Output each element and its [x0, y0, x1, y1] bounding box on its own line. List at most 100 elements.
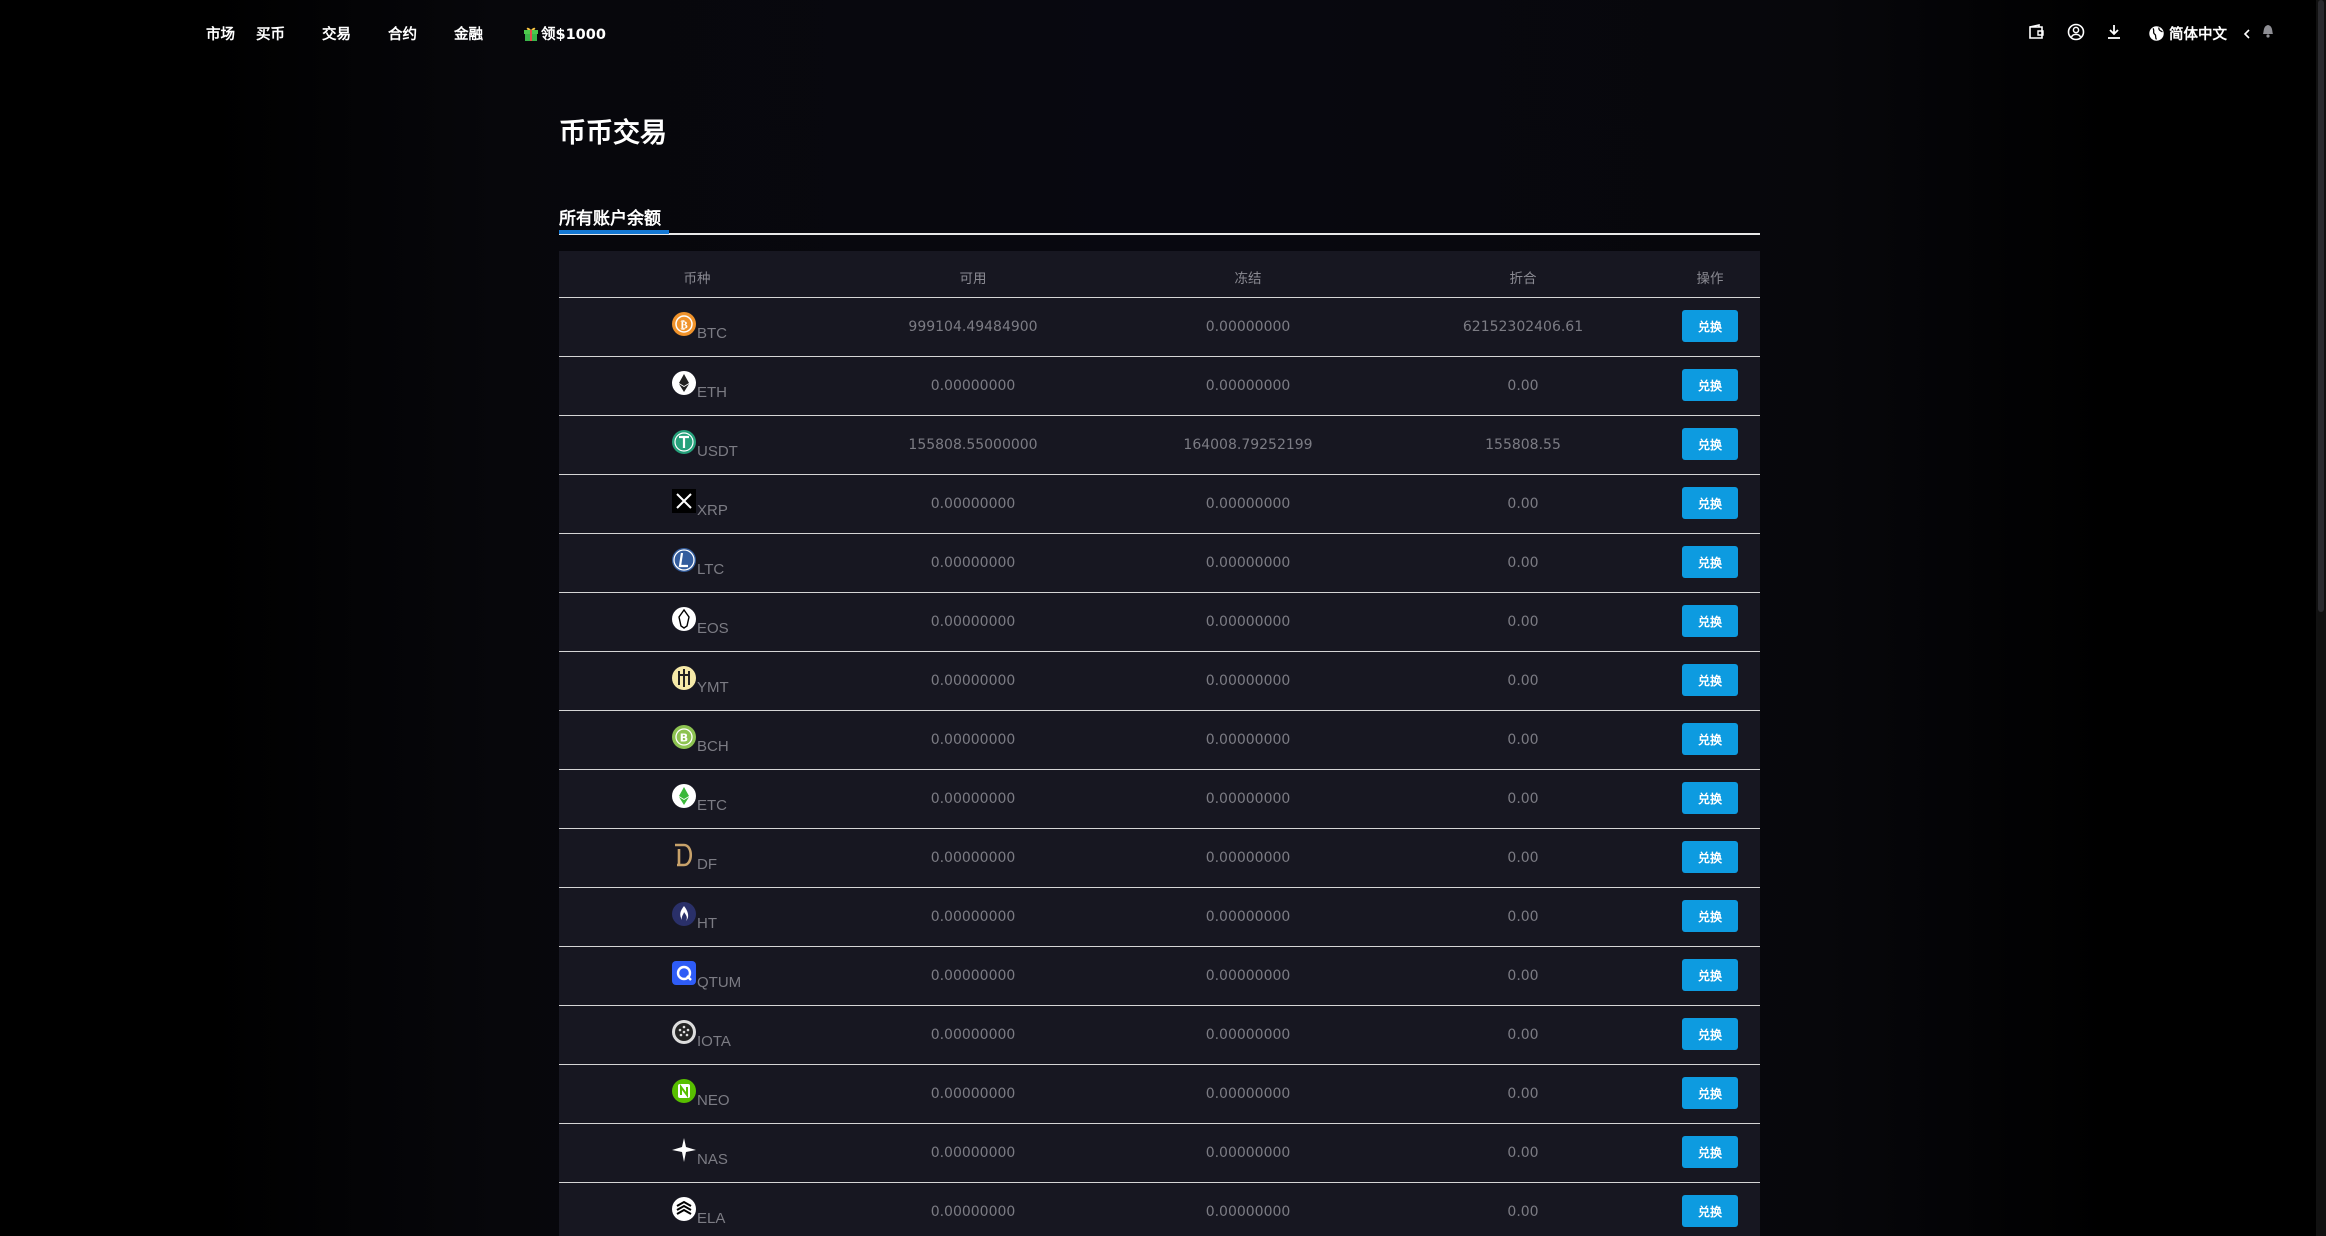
frozen-value: 0.00000000	[1205, 496, 1291, 512]
bch-icon: B	[672, 725, 696, 749]
ht-icon	[672, 902, 696, 926]
available-value: 0.00000000	[930, 968, 1016, 984]
converted-value: 0.00	[1507, 614, 1539, 630]
coin-name: ETC	[697, 797, 727, 814]
coin-name: BCH	[697, 738, 729, 755]
coin-name: USDT	[697, 443, 738, 460]
exchange-button[interactable]: 兑换	[1682, 723, 1738, 755]
coin-cell: USDT	[671, 429, 738, 460]
top-navigation: 市场 买币 交易 合约 金融 领$1000 简体中文	[0, 0, 2326, 64]
frozen-value: 0.00000000	[1205, 319, 1291, 335]
user-icon[interactable]	[2066, 22, 2086, 42]
nav-market[interactable]: 市场	[206, 23, 235, 44]
exchange-button[interactable]: 兑换	[1682, 1136, 1738, 1168]
table-body: ₿ BTC 999104.49484900 0.00000000 6215230…	[559, 298, 1760, 1236]
svg-text:B: B	[680, 732, 688, 745]
converted-value: 0.00	[1507, 1027, 1539, 1043]
header-action: 操作	[1696, 271, 1724, 287]
exchange-button[interactable]: 兑换	[1682, 1077, 1738, 1109]
exchange-button[interactable]: 兑换	[1682, 664, 1738, 696]
available-value: 0.00000000	[930, 850, 1016, 866]
scrollbar-thumb[interactable]	[2318, 0, 2324, 612]
table-row: EOS 0.00000000 0.00000000 0.00 兑换	[559, 593, 1760, 652]
coin-name: XRP	[697, 502, 728, 519]
balances-table: 币种 可用 冻结 折合 操作 ₿ BTC 999104.49484900 0.0…	[559, 251, 1760, 1236]
exchange-button[interactable]: 兑换	[1682, 310, 1738, 342]
available-value: 999104.49484900	[908, 319, 1038, 335]
coin-cell: NEO	[671, 1078, 730, 1109]
exchange-button[interactable]: 兑换	[1682, 782, 1738, 814]
table-row: ETH 0.00000000 0.00000000 0.00 兑换	[559, 357, 1760, 416]
table-row: DF 0.00000000 0.00000000 0.00 兑换	[559, 829, 1760, 888]
converted-value: 0.00	[1507, 850, 1539, 866]
coin-cell: EOS	[671, 606, 729, 637]
available-value: 0.00000000	[930, 1145, 1016, 1161]
coin-cell: IOTA	[671, 1019, 731, 1050]
coin-name: HT	[697, 915, 717, 932]
exchange-button[interactable]: 兑换	[1682, 900, 1738, 932]
converted-value: 0.00	[1507, 1204, 1539, 1220]
exchange-button[interactable]: 兑换	[1682, 546, 1738, 578]
coin-cell: ELA	[671, 1196, 725, 1227]
converted-value: 0.00	[1507, 791, 1539, 807]
table-row: ₿ BTC 999104.49484900 0.00000000 6215230…	[559, 298, 1760, 357]
nav-trade[interactable]: 交易	[322, 23, 351, 44]
converted-value: 62152302406.61	[1462, 319, 1584, 335]
coin-name: NEO	[697, 1092, 730, 1109]
table-row: LTC 0.00000000 0.00000000 0.00 兑换	[559, 534, 1760, 593]
language-label: 简体中文	[2169, 27, 2227, 43]
nav-finance[interactable]: 金融	[454, 23, 483, 44]
exchange-button[interactable]: 兑换	[1682, 605, 1738, 637]
download-icon[interactable]	[2104, 22, 2124, 42]
header-available: 可用	[959, 271, 987, 287]
coin-cell: HT	[671, 901, 717, 932]
exchange-button[interactable]: 兑换	[1682, 1018, 1738, 1050]
frozen-value: 0.00000000	[1205, 968, 1291, 984]
frozen-value: 0.00000000	[1205, 909, 1291, 925]
exchange-button[interactable]: 兑换	[1682, 487, 1738, 519]
coin-name: QTUM	[697, 974, 742, 991]
bell-icon[interactable]	[2258, 20, 2278, 40]
exchange-button[interactable]: 兑换	[1682, 1195, 1738, 1227]
table-row: NEO 0.00000000 0.00000000 0.00 兑换	[559, 1065, 1760, 1124]
ela-icon	[672, 1197, 696, 1221]
ymt-icon	[672, 666, 696, 690]
exchange-button[interactable]: 兑换	[1682, 369, 1738, 401]
usdt-icon	[672, 430, 696, 454]
frozen-value: 0.00000000	[1205, 555, 1291, 571]
exchange-button[interactable]: 兑换	[1682, 841, 1738, 873]
table-row: B BCH 0.00000000 0.00000000 0.00 兑换	[559, 711, 1760, 770]
btc-icon: ₿	[672, 312, 696, 336]
eos-icon	[672, 607, 696, 631]
converted-value: 0.00	[1507, 496, 1539, 512]
converted-value: 0.00	[1507, 378, 1539, 394]
available-value: 0.00000000	[930, 1204, 1016, 1220]
coin-name: IOTA	[697, 1033, 731, 1050]
df-icon	[675, 843, 693, 867]
available-value: 0.00000000	[930, 732, 1016, 748]
nav-buy-coin[interactable]: 买币	[256, 23, 285, 44]
available-value: 0.00000000	[930, 1027, 1016, 1043]
converted-value: 0.00	[1507, 555, 1539, 571]
frozen-value: 0.00000000	[1205, 850, 1291, 866]
exchange-button[interactable]: 兑换	[1682, 959, 1738, 991]
eth-icon	[672, 371, 696, 395]
tab-all-balances[interactable]: 所有账户余额	[559, 204, 661, 229]
coin-cell: ETH	[671, 370, 727, 401]
nav-promo[interactable]: 领$1000	[523, 23, 606, 44]
chevron-left-icon	[2243, 28, 2250, 39]
available-value: 0.00000000	[930, 791, 1016, 807]
table-header: 币种 可用 冻结 折合 操作	[559, 251, 1760, 298]
language-switch[interactable]: 简体中文	[2148, 23, 2253, 44]
ltc-icon	[672, 548, 696, 572]
frozen-value: 0.00000000	[1205, 791, 1291, 807]
section-divider	[559, 233, 1760, 235]
converted-value: 0.00	[1507, 1145, 1539, 1161]
wallet-icon[interactable]	[2027, 22, 2047, 42]
converted-value: 155808.55	[1485, 437, 1561, 453]
available-value: 0.00000000	[930, 555, 1016, 571]
available-value: 0.00000000	[930, 909, 1016, 925]
exchange-button[interactable]: 兑换	[1682, 428, 1738, 460]
nav-contract[interactable]: 合约	[388, 23, 417, 44]
converted-value: 0.00	[1507, 1086, 1539, 1102]
